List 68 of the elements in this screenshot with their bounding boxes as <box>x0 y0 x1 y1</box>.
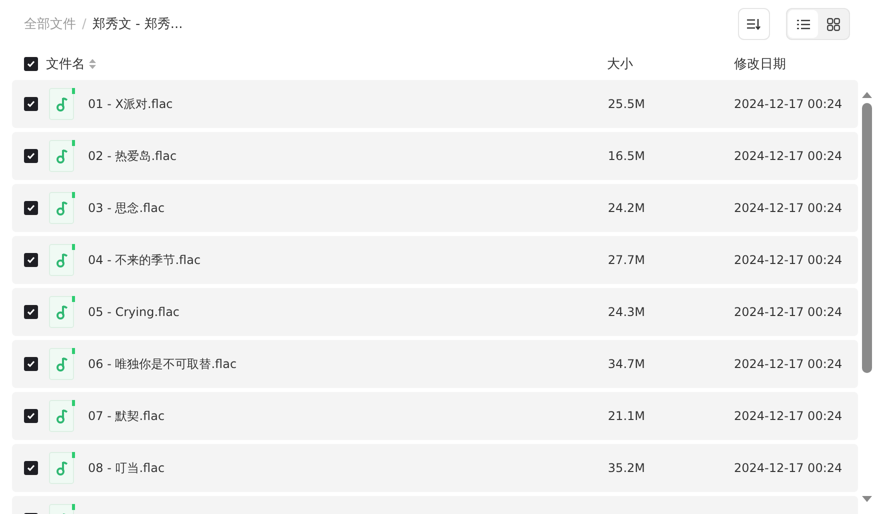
music-file-icon <box>49 140 75 172</box>
music-file-icon <box>49 348 75 380</box>
checkmark-icon <box>27 60 35 68</box>
checkmark-icon <box>27 204 35 212</box>
file-row[interactable]: 03 - 思念.flac 24.2M 2024-12-17 00:24 <box>12 184 858 232</box>
file-row[interactable]: 06 - 唯独你是不可取替.flac 34.7M 2024-12-17 00:24 <box>12 340 858 388</box>
file-row[interactable]: 07 - 默契.flac 21.1M 2024-12-17 00:24 <box>12 392 858 440</box>
checkbox[interactable] <box>24 461 38 475</box>
file-row[interactable]: 01 - X派对.flac 25.5M 2024-12-17 00:24 <box>12 80 858 128</box>
checkbox[interactable] <box>24 149 38 163</box>
file-size: 16.5M <box>606 149 645 163</box>
grid-icon <box>826 18 840 30</box>
modified-date: 2024-12-17 00:24 <box>734 97 844 111</box>
modified-date: 2024-12-17 00:24 <box>734 253 844 267</box>
checkmark-icon <box>27 100 35 108</box>
file-size: 27.7M <box>606 253 645 267</box>
file-size: 25.5M <box>606 97 645 111</box>
modified-date: 2024-12-17 00:24 <box>734 305 844 319</box>
file-size: 24.2M <box>606 201 645 215</box>
checkbox[interactable] <box>24 409 38 423</box>
file-name: 05 - Crying.flac <box>88 305 181 319</box>
checkbox[interactable] <box>24 201 38 215</box>
checkbox[interactable] <box>24 97 38 111</box>
checkbox[interactable] <box>24 57 38 71</box>
checkmark-icon <box>27 152 35 160</box>
breadcrumb-separator: / <box>82 16 86 32</box>
checkbox[interactable] <box>24 357 38 371</box>
file-name: 02 - 热爱岛.flac <box>88 148 178 164</box>
file-name: 07 - 默契.flac <box>88 408 166 424</box>
file-row[interactable]: 04 - 不来的季节.flac 27.7M 2024-12-17 00:24 <box>12 236 858 284</box>
checkmark-icon <box>27 256 35 264</box>
sort-lines-icon <box>747 18 761 30</box>
checkmark-icon <box>27 464 35 472</box>
list-icon <box>796 18 810 30</box>
file-size: 24.3M <box>606 305 645 319</box>
music-file-icon <box>49 452 75 484</box>
modified-date: 2024-12-17 00:24 <box>734 409 844 423</box>
checkbox[interactable] <box>24 305 38 319</box>
file-row[interactable]: 05 - Crying.flac 24.3M 2024-12-17 00:24 <box>12 288 858 336</box>
music-file-icon <box>49 88 75 120</box>
modified-date: 2024-12-17 00:24 <box>734 461 844 475</box>
sort-button[interactable] <box>738 8 770 40</box>
column-header[interactable]: 修改日期 <box>730 55 858 73</box>
file-row[interactable]: 08 - 叮当.flac 35.2M 2024-12-17 00:24 <box>12 444 858 492</box>
file-name: 01 - X派对.flac <box>88 96 174 112</box>
file-size: 34.7M <box>606 357 645 371</box>
list-view-button[interactable] <box>788 10 818 38</box>
music-file-icon <box>49 244 75 276</box>
music-file-icon <box>49 296 75 328</box>
file-name: 08 - 叮当.flac <box>88 460 166 476</box>
file-size: 35.2M <box>606 461 645 475</box>
modified-date: 2024-12-17 00:24 <box>734 149 844 163</box>
checkbox[interactable] <box>24 253 38 267</box>
file-row[interactable]: 02 - 热爱岛.flac 16.5M 2024-12-17 00:24 <box>12 132 858 180</box>
checkmark-icon <box>27 360 35 368</box>
file-size: 21.1M <box>606 409 645 423</box>
breadcrumb-current: 郑秀文 - 郑秀... <box>92 16 183 33</box>
column-header[interactable]: 文件名 <box>46 55 85 73</box>
music-file-icon <box>49 192 75 224</box>
file-name: 03 - 思念.flac <box>88 200 166 216</box>
modified-date: 2024-12-17 00:24 <box>734 201 844 215</box>
checkmark-icon <box>27 412 35 420</box>
modified-date: 2024-12-17 00:24 <box>734 357 844 371</box>
music-file-icon <box>49 400 75 432</box>
file-name: 06 - 唯独你是不可取替.flac <box>88 356 238 372</box>
file-name: 04 - 不来的季节.flac <box>88 252 202 268</box>
checkmark-icon <box>27 308 35 316</box>
column-header[interactable]: 大小 <box>553 55 641 73</box>
